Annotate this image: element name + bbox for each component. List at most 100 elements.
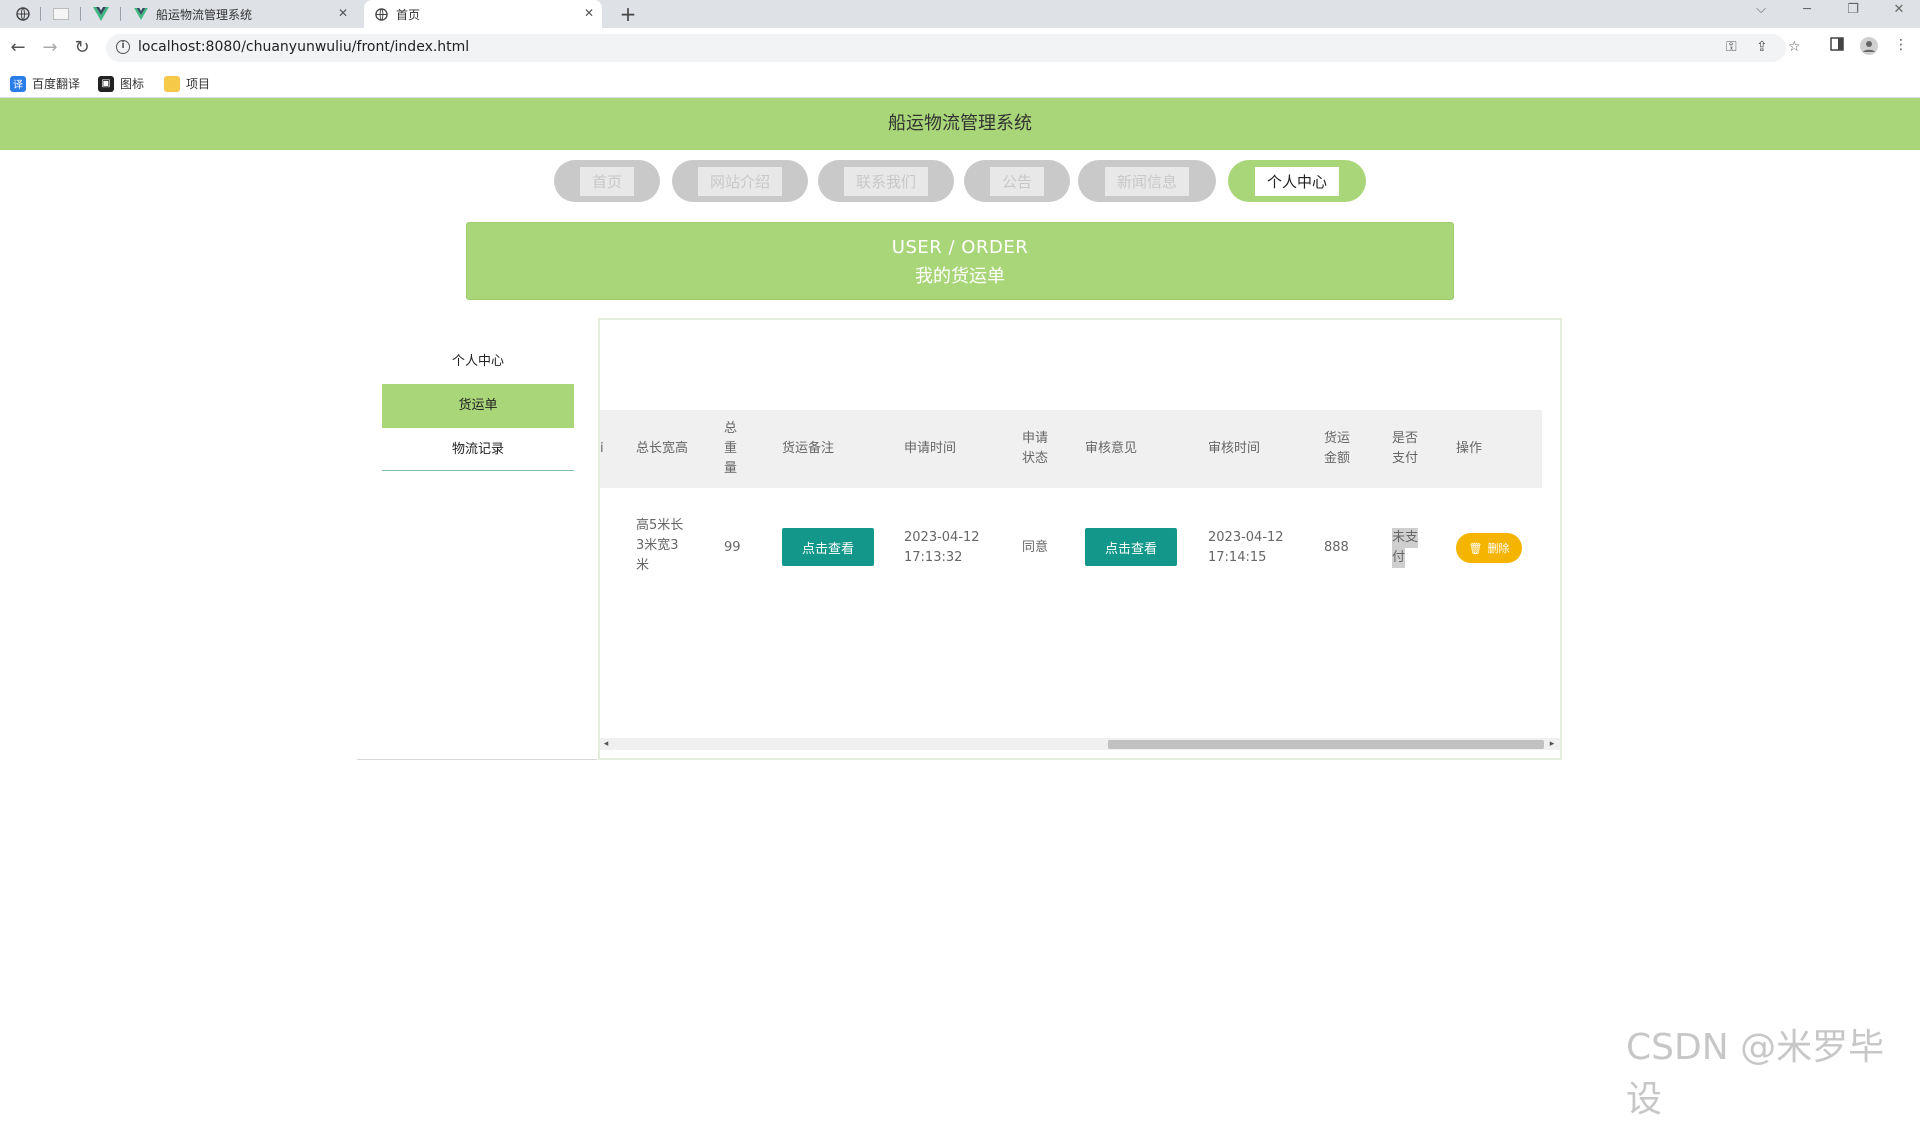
sidebar-item-orders[interactable]: 货运单 bbox=[382, 384, 574, 428]
scroll-thumb[interactable] bbox=[1108, 740, 1544, 749]
horizontal-scrollbar[interactable]: ◂ ▸ bbox=[600, 738, 1560, 750]
folder-icon bbox=[164, 75, 180, 92]
translate-icon: 译 bbox=[10, 75, 26, 92]
cell-line: 付 bbox=[1392, 548, 1406, 568]
watermark: CSDN @米罗毕设 bbox=[1626, 1027, 1885, 1120]
header-paid: 是否 支付 bbox=[1392, 410, 1418, 488]
header-review: 审核意见 bbox=[1085, 441, 1138, 456]
restore-icon[interactable]: ❐ bbox=[1838, 2, 1868, 17]
bookmark-label: 百度翻译 bbox=[32, 77, 81, 91]
nav-contact[interactable]: 联系我们 bbox=[818, 160, 954, 202]
trash-icon: 🗑 bbox=[1468, 541, 1483, 555]
reload-icon[interactable]: ↻ bbox=[70, 36, 94, 60]
star-icon[interactable]: ☆ bbox=[1788, 39, 1801, 55]
site-header: 船运物流管理系统 bbox=[0, 98, 1920, 150]
scroll-right-arrow-icon[interactable]: ▸ bbox=[1546, 738, 1558, 750]
forward-arrow-icon[interactable]: → bbox=[38, 36, 62, 60]
site-title: 船运物流管理系统 bbox=[888, 113, 1032, 134]
cell-line: 17:13:32 bbox=[904, 550, 963, 565]
header-line: 申请 bbox=[1022, 431, 1049, 446]
nav-label: 个人中心 bbox=[1254, 166, 1339, 196]
globe-icon bbox=[374, 7, 388, 21]
globe-icon[interactable] bbox=[10, 4, 36, 24]
back-arrow-icon[interactable]: ← bbox=[6, 36, 30, 60]
bookmark-icons[interactable]: ▣ 图标 bbox=[98, 75, 144, 92]
header-status: 申请 状态 bbox=[1022, 410, 1048, 488]
view-remark-button[interactable]: 点击查看 bbox=[782, 528, 874, 566]
header-line: 支付 bbox=[1392, 451, 1419, 466]
header-remark: 货运备注 bbox=[782, 441, 835, 456]
nav-notice[interactable]: 公告 bbox=[964, 160, 1070, 202]
header-apply-time: 申请时间 bbox=[904, 441, 957, 456]
tab-search-chevron-icon[interactable]: ⌵ bbox=[1746, 2, 1776, 17]
cell-line: 未支 bbox=[1392, 528, 1419, 548]
view-review-button[interactable]: 点击查看 bbox=[1085, 528, 1177, 566]
bookmark-label: 项目 bbox=[186, 77, 211, 91]
header-line: 金额 bbox=[1324, 451, 1351, 466]
bookmark-project[interactable]: 项目 bbox=[164, 75, 210, 92]
cell-size: 高5米长 3米宽3 米 bbox=[636, 516, 683, 576]
delete-button[interactable]: 🗑 删除 bbox=[1456, 533, 1522, 563]
close-window-icon[interactable]: ✕ bbox=[1884, 2, 1914, 17]
cell-line: 米 bbox=[636, 558, 650, 573]
nav-user-center[interactable]: 个人中心 bbox=[1228, 160, 1366, 202]
page-banner: USER / ORDER 我的货运单 bbox=[466, 222, 1454, 300]
header-line: 货运 bbox=[1324, 431, 1351, 446]
key-icon[interactable]: ⚿ bbox=[1726, 39, 1737, 55]
vue-icon[interactable] bbox=[88, 4, 114, 24]
tab-title: 船运物流管理系统 bbox=[156, 7, 253, 22]
browser-tab-bar: 船运物流管理系统 ✕ 首页 ✕ + ⌵ ─ ❐ ✕ bbox=[0, 0, 1920, 28]
scroll-left-arrow-icon[interactable]: ◂ bbox=[600, 738, 612, 750]
cell-weight: 99 bbox=[724, 540, 741, 555]
tab-separator bbox=[80, 7, 81, 21]
browser-tab-home[interactable]: 首页 ✕ bbox=[364, 0, 602, 28]
cell-apply-time: 2023-04-12 17:13:32 bbox=[904, 528, 980, 568]
bookmarks-bar: 译 百度翻译 ▣ 图标 项目 bbox=[0, 68, 1920, 98]
nav-label: 首页 bbox=[579, 166, 634, 196]
nav-home[interactable]: 首页 bbox=[554, 160, 660, 202]
header-line: 总 bbox=[724, 421, 738, 436]
user-sidebar: 个人中心 货运单 物流记录 bbox=[357, 320, 597, 760]
header-line: 是否 bbox=[1392, 431, 1419, 446]
tab-title: 首页 bbox=[396, 7, 421, 22]
side-panel-icon[interactable] bbox=[1826, 37, 1848, 55]
sidebar-divider bbox=[382, 470, 574, 471]
url-field[interactable]: i localhost:8080/chuanyunwuliu/front/ind… bbox=[106, 34, 1801, 62]
banner-english-title: USER / ORDER bbox=[891, 237, 1029, 258]
minimize-icon[interactable]: ─ bbox=[1792, 2, 1822, 17]
header-weight: 总 重 量 bbox=[724, 410, 737, 488]
nav-news[interactable]: 新闻信息 bbox=[1078, 160, 1216, 202]
header-size: 总长宽高 bbox=[636, 441, 689, 456]
address-bar-row: ← → ↻ i localhost:8080/chuanyunwuliu/fro… bbox=[0, 28, 1920, 68]
cell-line: 17:14:15 bbox=[1208, 550, 1267, 565]
new-tab-button[interactable]: + bbox=[616, 2, 640, 26]
nav-about[interactable]: 网站介绍 bbox=[672, 160, 808, 202]
tab-separator bbox=[120, 7, 121, 21]
blank-page-icon[interactable] bbox=[48, 4, 74, 24]
sidebar-item-user-center[interactable]: 个人中心 bbox=[382, 340, 574, 384]
header-line: 重 bbox=[724, 441, 738, 456]
nav-label: 网站介绍 bbox=[697, 166, 782, 196]
close-icon[interactable]: ✕ bbox=[338, 6, 348, 20]
cell-line: 2023-04-12 bbox=[904, 530, 980, 545]
cell-line: 2023-04-12 bbox=[1208, 530, 1284, 545]
url-text: localhost:8080/chuanyunwuliu/front/index… bbox=[138, 39, 470, 55]
profile-avatar-icon[interactable] bbox=[1858, 37, 1880, 59]
cell-paid: 未支 付 bbox=[1392, 528, 1419, 568]
close-icon[interactable]: ✕ bbox=[584, 6, 594, 20]
main-nav: 首页 网站介绍 联系我们 公告 新闻信息 个人中心 bbox=[0, 160, 1920, 202]
sidebar-item-logistics[interactable]: 物流记录 bbox=[382, 428, 574, 472]
bookmark-baidu-translate[interactable]: 译 百度翻译 bbox=[10, 75, 80, 92]
info-icon[interactable]: i bbox=[116, 40, 130, 54]
more-menu-icon[interactable]: ⋮ bbox=[1890, 37, 1912, 53]
nav-label: 公告 bbox=[989, 166, 1044, 196]
delete-label: 删除 bbox=[1487, 542, 1510, 555]
header-operations: 操作 bbox=[1456, 441, 1483, 456]
share-icon[interactable]: ⇪ bbox=[1756, 39, 1768, 55]
browser-tab-admin[interactable]: 船运物流管理系统 ✕ bbox=[124, 0, 356, 28]
picture-icon: ▣ bbox=[98, 75, 114, 92]
cell-amount: 888 bbox=[1324, 540, 1349, 555]
header-line: 状态 bbox=[1022, 451, 1049, 466]
cell-line: 3米宽3 bbox=[636, 538, 679, 553]
header-amount: 货运 金额 bbox=[1324, 410, 1350, 488]
